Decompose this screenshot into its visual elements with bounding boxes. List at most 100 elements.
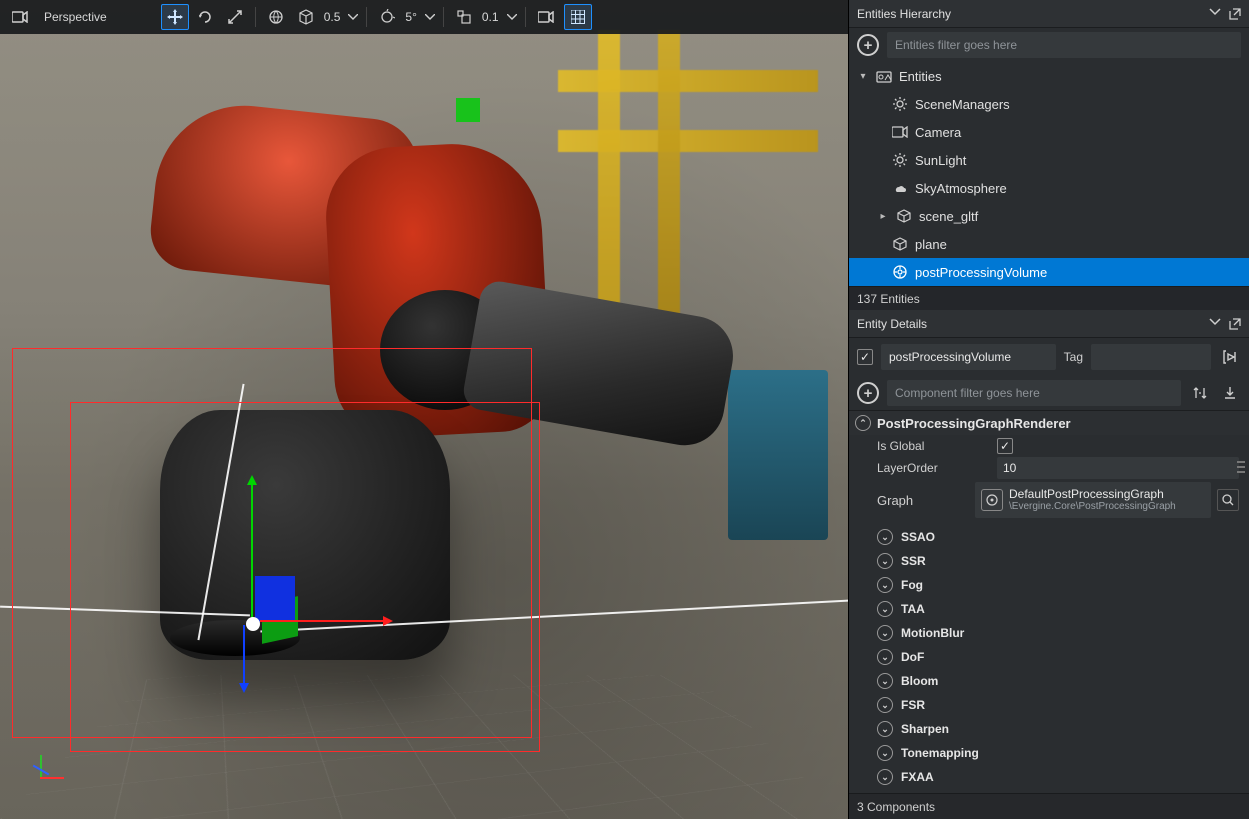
scale-snap-group: 0.1 (450, 4, 519, 30)
cube-icon (895, 207, 913, 225)
effect-fsr[interactable]: ⌄FSR (849, 693, 1249, 717)
gizmo-origin[interactable] (246, 617, 260, 631)
entities-root[interactable]: ▾ Entities (849, 62, 1249, 90)
effect-dof[interactable]: ⌄DoF (849, 645, 1249, 669)
graph-name: DefaultPostProcessingGraph (1009, 487, 1176, 501)
chevron-down-icon[interactable] (346, 4, 360, 30)
component-filter-row: + (849, 376, 1249, 410)
hierarchy-item-camera[interactable]: Camera (849, 118, 1249, 146)
chevron-down-icon[interactable]: ⌄ (877, 721, 893, 737)
gizmo-axis-x[interactable] (260, 620, 390, 622)
viewport[interactable]: Perspective 0.5 (0, 0, 848, 819)
camera-mode-label[interactable]: Perspective (38, 10, 113, 24)
effect-tonemapping[interactable]: ⌄Tonemapping (849, 741, 1249, 765)
effect-motionblur[interactable]: ⌄MotionBlur (849, 621, 1249, 645)
chevron-down-icon[interactable]: ⌄ (877, 529, 893, 545)
chevron-down-icon[interactable] (505, 4, 519, 30)
chevron-down-icon[interactable]: ⌄ (877, 697, 893, 713)
sort-icon[interactable] (1189, 382, 1211, 404)
effect-ssr[interactable]: ⌄SSR (849, 549, 1249, 573)
chevron-down-icon[interactable] (1209, 8, 1221, 20)
effect-fog[interactable]: ⌄Fog (849, 573, 1249, 597)
add-entity-button[interactable]: + (857, 34, 879, 56)
layer-order-field[interactable] (997, 457, 1239, 479)
camera-icon[interactable] (6, 4, 34, 30)
hierarchy-item-scenemanagers[interactable]: SceneManagers (849, 90, 1249, 118)
collapse-icon[interactable]: ⌃ (855, 415, 871, 431)
entity-enabled-checkbox[interactable] (857, 349, 873, 365)
hierarchy-item-label: plane (915, 237, 947, 252)
camera-icon (891, 123, 909, 141)
chevron-down-icon[interactable]: ⌄ (877, 649, 893, 665)
prop-label: Graph (877, 493, 969, 508)
add-component-button[interactable]: + (857, 382, 879, 404)
gizmo-plane-blue[interactable] (255, 576, 295, 622)
graph-asset-box[interactable]: DefaultPostProcessingGraph \Evergine.Cor… (975, 482, 1211, 518)
details-panel-header[interactable]: Entity Details (849, 310, 1249, 338)
move-tool-button[interactable] (161, 4, 189, 30)
transform-step-value[interactable]: 0.5 (322, 10, 345, 24)
scale-tool-button[interactable] (221, 4, 249, 30)
chevron-down-icon[interactable] (423, 4, 437, 30)
effect-sharpen[interactable]: ⌄Sharpen (849, 717, 1249, 741)
effect-bloom[interactable]: ⌄Bloom (849, 669, 1249, 693)
hierarchy-panel-header[interactable]: Entities Hierarchy (849, 0, 1249, 28)
entity-name-field[interactable] (881, 344, 1056, 370)
hierarchy-item-sunlight[interactable]: SunLight (849, 146, 1249, 174)
locate-icon[interactable] (1219, 346, 1241, 368)
hierarchy-item-skyatmosphere[interactable]: SkyAtmosphere (849, 174, 1249, 202)
twisty-icon[interactable]: ▸ (877, 211, 889, 222)
gizmo-axis-z[interactable] (243, 625, 245, 690)
effect-taa[interactable]: ⌄TAA (849, 597, 1249, 621)
chevron-down-icon[interactable]: ⌄ (877, 601, 893, 617)
scene-target-cube (456, 98, 480, 122)
prop-is-global: Is Global (849, 435, 1249, 457)
component-header[interactable]: ⌃ PostProcessingGraphRenderer (849, 410, 1249, 435)
tag-field[interactable] (1091, 344, 1211, 370)
entities-root-label: Entities (899, 69, 942, 84)
graph-path: \Evergine.Core\PostProcessingGraph (1009, 501, 1176, 513)
effect-fxaa[interactable]: ⌄FXAA (849, 765, 1249, 789)
effect-ssao[interactable]: ⌄SSAO (849, 525, 1249, 549)
transform-mode-group (161, 4, 249, 30)
orientation-axis-icon (30, 749, 70, 789)
chevron-down-icon[interactable]: ⌄ (877, 577, 893, 593)
chevron-down-icon[interactable]: ⌄ (877, 553, 893, 569)
chevron-down-icon[interactable] (1209, 318, 1221, 330)
hierarchy-title: Entities Hierarchy (857, 7, 951, 21)
viewport-toolbar: Perspective 0.5 (0, 0, 848, 34)
hierarchy-item-plane[interactable]: plane (849, 230, 1249, 258)
hierarchy-item-postprocessingvolume[interactable]: postProcessingVolume (849, 258, 1249, 286)
chevron-down-icon[interactable]: ⌄ (877, 625, 893, 641)
prop-label: Is Global (877, 439, 997, 453)
hierarchy-tree[interactable]: ▾ Entities SceneManagers Camera SunLight… (849, 62, 1249, 286)
prop-layer-order: LayerOrder (849, 457, 1249, 479)
grid-toggle-button[interactable] (564, 4, 592, 30)
chevron-down-icon[interactable]: ⌄ (877, 745, 893, 761)
pivot-button[interactable] (292, 4, 320, 30)
camera-options-button[interactable] (532, 4, 560, 30)
world-space-button[interactable] (262, 4, 290, 30)
scene-background (0, 0, 848, 819)
popout-icon[interactable] (1229, 318, 1241, 330)
browse-asset-button[interactable] (1217, 489, 1239, 511)
entity-name-row: Tag (849, 338, 1249, 376)
rotate-tool-button[interactable] (191, 4, 219, 30)
chevron-down-icon[interactable]: ⌄ (877, 673, 893, 689)
rotation-snap-button[interactable] (373, 4, 401, 30)
component-filter-input[interactable] (887, 380, 1181, 406)
scale-snap-button[interactable] (450, 4, 478, 30)
scale-step-value[interactable]: 0.1 (480, 10, 503, 24)
is-global-checkbox[interactable] (997, 438, 1013, 454)
import-icon[interactable] (1219, 382, 1241, 404)
twisty-icon[interactable]: ▾ (857, 71, 869, 82)
hierarchy-filter-input[interactable] (887, 32, 1241, 58)
gizmo-axis-y[interactable] (251, 478, 253, 618)
chevron-down-icon[interactable]: ⌄ (877, 769, 893, 785)
rotate-step-value[interactable]: 5° (403, 10, 420, 24)
hierarchy-item-label: SceneManagers (915, 97, 1010, 112)
pivot-group: 0.5 (262, 4, 361, 30)
popout-icon[interactable] (1229, 8, 1241, 20)
postprocess-icon (891, 263, 909, 281)
hierarchy-item-scene-gltf[interactable]: ▸ scene_gltf (849, 202, 1249, 230)
